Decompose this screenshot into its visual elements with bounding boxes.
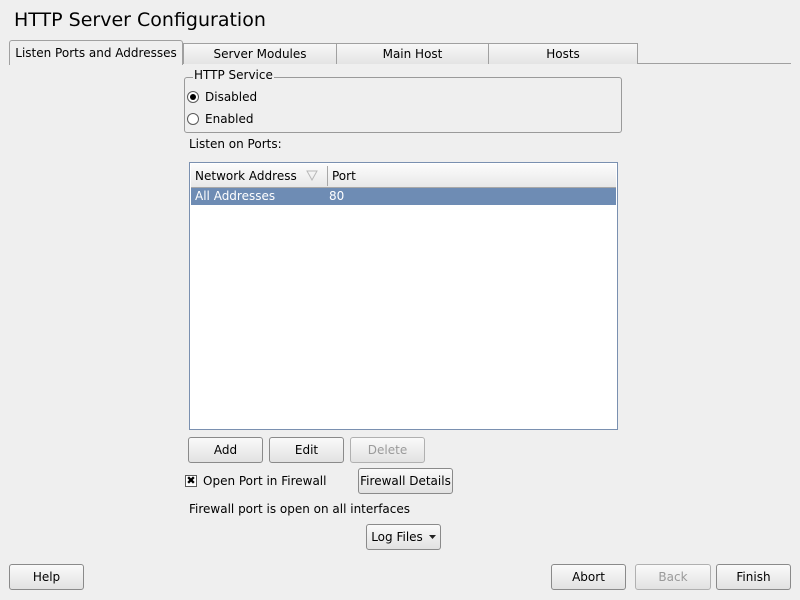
ports-table[interactable]: Network Address Port All Addresses 80 [189, 162, 618, 430]
add-button[interactable]: Add [188, 437, 263, 463]
tab-listen-ports[interactable]: Listen Ports and Addresses [9, 40, 183, 65]
help-button[interactable]: Help [9, 564, 84, 590]
radio-button-icon [187, 113, 199, 125]
finish-button[interactable]: Finish [716, 564, 791, 590]
cell-port: 80 [329, 189, 345, 203]
table-header: Network Address Port [191, 164, 616, 188]
tab-label: Main Host [382, 47, 443, 61]
edit-button-label: Edit [294, 443, 319, 457]
help-button-label: Help [32, 570, 61, 584]
log-files-button[interactable]: Log Files [366, 524, 441, 550]
radio-disabled[interactable]: Disabled [187, 90, 257, 104]
firewall-details-button[interactable]: Firewall Details [358, 468, 453, 494]
add-button-label: Add [213, 443, 238, 457]
log-files-label: Log Files [371, 530, 423, 544]
dropdown-arrow-icon [428, 534, 436, 539]
radio-button-icon [187, 91, 199, 103]
firewall-status-text: Firewall port is open on all interfaces [189, 502, 411, 516]
column-header-label: Port [332, 168, 356, 183]
tab-label: Hosts [546, 47, 580, 61]
cell-network-address: All Addresses [195, 189, 276, 203]
window-title: HTTP Server Configuration [14, 9, 266, 31]
tab-hosts[interactable]: Hosts [488, 43, 638, 64]
listen-ports-label: Listen on Ports: [189, 137, 282, 151]
back-button-label: Back [658, 570, 688, 584]
radio-label: Disabled [205, 90, 258, 104]
table-row[interactable]: All Addresses 80 [191, 188, 616, 205]
tab-main-host[interactable]: Main Host [336, 43, 489, 64]
radio-enabled[interactable]: Enabled [187, 112, 254, 126]
checkbox-checked-icon: ✖ [185, 474, 197, 487]
edit-button[interactable]: Edit [269, 437, 344, 463]
back-button[interactable]: Back [635, 564, 711, 590]
tab-server-modules[interactable]: Server Modules [183, 43, 337, 64]
radio-label: Enabled [205, 112, 254, 126]
checkbox-label: Open Port in Firewall [203, 474, 327, 488]
delete-button[interactable]: Delete [350, 437, 425, 463]
abort-button-label: Abort [572, 570, 605, 584]
firewall-details-label: Firewall Details [360, 474, 451, 488]
sort-triangle-icon [306, 170, 318, 181]
delete-button-label: Delete [367, 443, 408, 457]
abort-button[interactable]: Abort [551, 564, 626, 590]
tab-label: Listen Ports and Addresses [15, 46, 177, 60]
http-service-legend: HTTP Service [193, 68, 274, 82]
tab-label: Server Modules [213, 47, 307, 61]
column-header-port[interactable]: Port [328, 164, 616, 187]
open-port-firewall-checkbox[interactable]: ✖ Open Port in Firewall [185, 474, 326, 488]
column-header-label: Network Address [195, 168, 297, 183]
finish-button-label: Finish [736, 570, 771, 584]
